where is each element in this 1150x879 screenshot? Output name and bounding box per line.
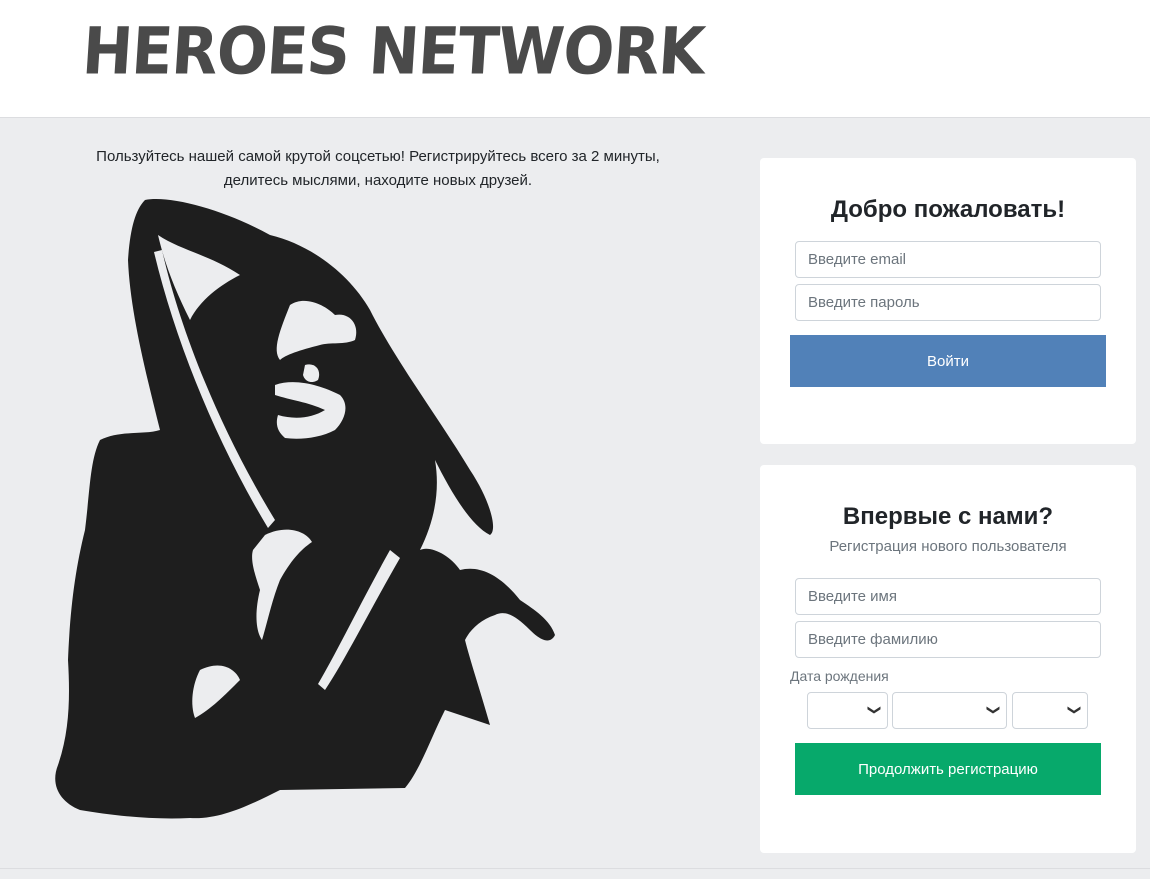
login-title: Добро пожаловать!: [830, 196, 1066, 223]
intro-text: Пользуйтесь нашей самой крутой соцсетью!…: [60, 145, 696, 193]
chevron-down-icon: ❯: [867, 704, 883, 716]
first-name-field[interactable]: [795, 578, 1101, 615]
login-card: Добро пожаловать! Войти: [760, 158, 1136, 444]
dob-month-select[interactable]: ❯: [892, 692, 1007, 729]
reaper-body: [55, 199, 555, 819]
site-logo[interactable]: HEROES NETWORK: [80, 14, 706, 90]
email-field[interactable]: [795, 241, 1101, 278]
dob-label: Дата рождения: [790, 668, 889, 684]
register-card: Впервые с нами? Регистрация нового польз…: [760, 465, 1136, 853]
continue-registration-button[interactable]: Продолжить регистрацию: [795, 743, 1101, 795]
site-header: HEROES NETWORK: [0, 0, 1150, 118]
chevron-down-icon: ❯: [986, 704, 1002, 716]
login-button[interactable]: Войти: [790, 335, 1106, 387]
grim-reaper-icon: [55, 199, 555, 819]
intro-line-1: Пользуйтесь нашей самой крутой соцсетью!…: [96, 148, 660, 165]
dob-day-select[interactable]: ❯: [807, 692, 888, 729]
last-name-field[interactable]: [795, 621, 1101, 658]
chevron-down-icon: ❯: [1067, 704, 1083, 716]
dob-year-select[interactable]: ❯: [1012, 692, 1088, 729]
register-title: Впервые с нами?: [842, 503, 1054, 530]
register-subtitle: Регистрация нового пользователя: [829, 538, 1067, 555]
footer-divider: [0, 868, 1150, 879]
password-field[interactable]: [795, 284, 1101, 321]
